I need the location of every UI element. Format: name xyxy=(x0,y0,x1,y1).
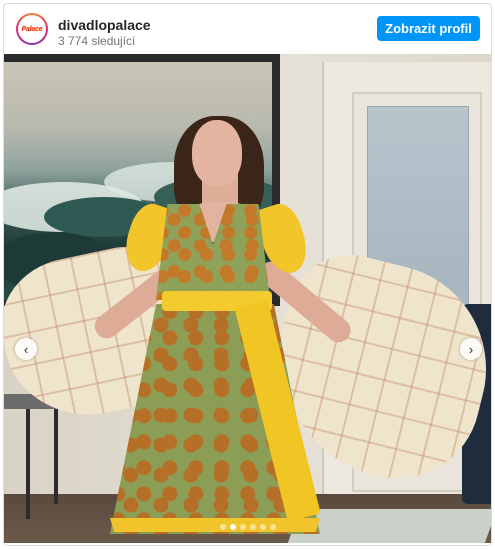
carousel-next-button[interactable]: › xyxy=(460,338,482,360)
username-link[interactable]: divadlopalace xyxy=(58,17,151,33)
post-media[interactable]: ‹ › xyxy=(4,54,491,543)
carousel-indicator xyxy=(4,524,491,530)
performer-figure xyxy=(4,54,491,543)
carousel-dot xyxy=(219,524,226,530)
carousel-prev-button[interactable]: ‹ xyxy=(15,338,37,360)
avatar-logo-text: Palace xyxy=(21,25,43,33)
performer-face xyxy=(192,120,242,186)
chevron-left-icon: ‹ xyxy=(23,341,29,357)
carousel-dot xyxy=(259,524,266,530)
avatar-image: Palace xyxy=(18,15,46,43)
carousel-dot xyxy=(249,524,256,530)
view-profile-button[interactable]: Zobrazit profil xyxy=(377,16,480,41)
post-header: Palace divadlopalace 3 774 sledující Zob… xyxy=(4,4,491,54)
carousel-dot xyxy=(269,524,276,530)
carousel-dot xyxy=(229,524,236,530)
follower-count: 3 774 sledující xyxy=(58,34,136,48)
avatar[interactable]: Palace xyxy=(16,13,48,45)
carousel-dot xyxy=(239,524,246,530)
instagram-embed: Palace divadlopalace 3 774 sledující Zob… xyxy=(3,3,492,546)
chevron-right-icon: › xyxy=(468,341,474,357)
